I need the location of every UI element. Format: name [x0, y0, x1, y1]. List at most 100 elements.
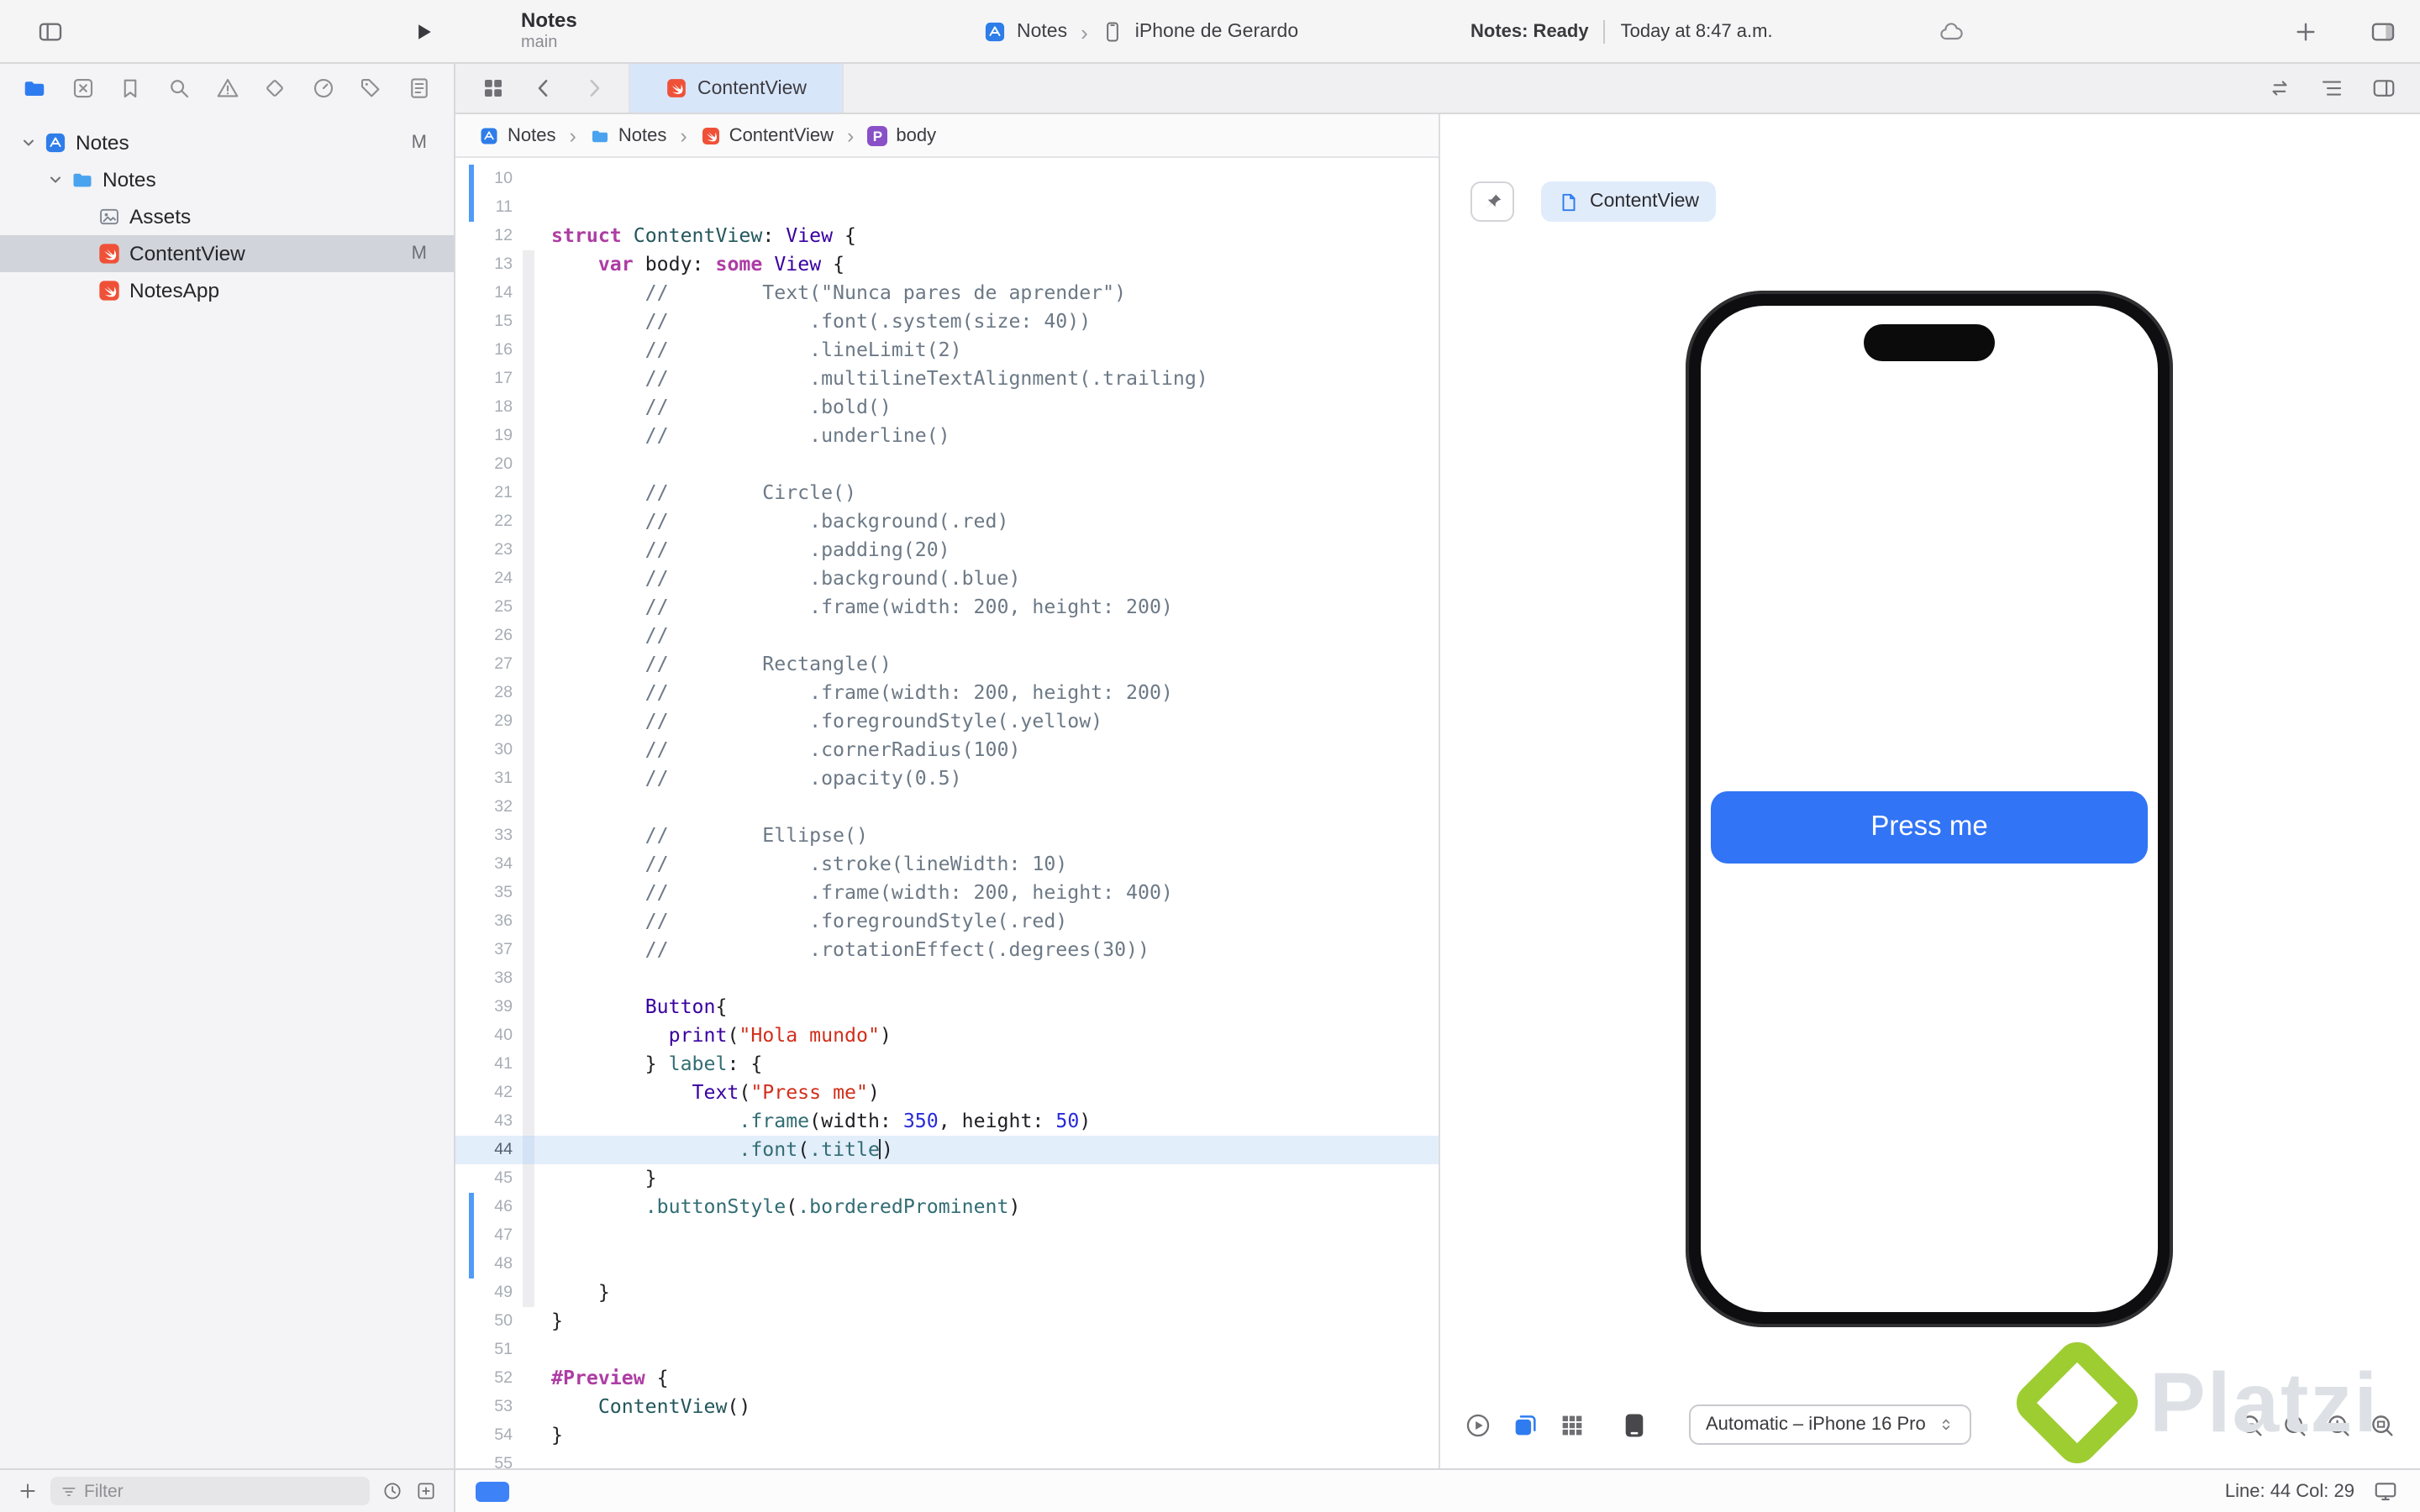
line-number[interactable]: 38: [474, 964, 518, 993]
preview-tab[interactable]: ContentView: [1541, 181, 1716, 222]
code-text[interactable]: var body: some View {: [534, 250, 844, 279]
fold-ribbon[interactable]: [523, 707, 534, 736]
code-text[interactable]: .buttonStyle(.borderedProminent): [534, 1193, 1020, 1221]
fold-ribbon[interactable]: [523, 679, 534, 707]
line-number[interactable]: 23: [474, 536, 518, 564]
code-text[interactable]: // .lineLimit(2): [534, 336, 962, 365]
code-text[interactable]: // .opacity(0.5): [534, 764, 962, 793]
sidebar-item-notes-group[interactable]: Notes: [0, 161, 454, 198]
code-text[interactable]: // .foregroundStyle(.yellow): [534, 707, 1102, 736]
fold-ribbon[interactable]: [523, 1278, 534, 1307]
code-review-icon[interactable]: [2267, 76, 2292, 101]
fold-ribbon[interactable]: [523, 1107, 534, 1136]
fold-ribbon[interactable]: [523, 422, 534, 450]
fold-ribbon[interactable]: [523, 907, 534, 936]
fold-ribbon[interactable]: [523, 1164, 534, 1193]
line-number[interactable]: 52: [474, 1364, 518, 1393]
scheme-selector[interactable]: Notes › iPhone de Gerardo: [983, 0, 1298, 64]
library-button[interactable]: [2282, 12, 2329, 52]
fold-ribbon[interactable]: [523, 650, 534, 679]
code-text[interactable]: struct ContentView: View {: [534, 222, 856, 250]
code-line-30[interactable]: 30 // .cornerRadius(100): [455, 736, 1439, 764]
code-text[interactable]: // .multilineTextAlignment(.trailing): [534, 365, 1208, 393]
fold-ribbon[interactable]: [523, 1450, 534, 1468]
code-text[interactable]: // .stroke(lineWidth: 10): [534, 850, 1067, 879]
code-text[interactable]: //: [534, 622, 669, 650]
code-line-21[interactable]: 21 // Circle(): [455, 479, 1439, 507]
line-number[interactable]: 18: [474, 393, 518, 422]
variants-button[interactable]: [1511, 1410, 1539, 1439]
code-line-24[interactable]: 24 // .background(.blue): [455, 564, 1439, 593]
line-number[interactable]: 28: [474, 679, 518, 707]
bookmarks-navigator-icon[interactable]: [118, 75, 144, 100]
line-number[interactable]: 45: [474, 1164, 518, 1193]
code-line-51[interactable]: 51: [455, 1336, 1439, 1364]
breakpoints-navigator-icon[interactable]: [359, 75, 384, 100]
breadcrumb-group[interactable]: Notes: [618, 125, 667, 145]
code-text[interactable]: // Circle(): [534, 479, 856, 507]
device-appearance-button[interactable]: [1618, 1409, 1650, 1441]
code-line-34[interactable]: 34 // .stroke(lineWidth: 10): [455, 850, 1439, 879]
code-text[interactable]: // .padding(20): [534, 536, 950, 564]
code-line-42[interactable]: 42 Text("Press me"): [455, 1079, 1439, 1107]
code-line-20[interactable]: 20: [455, 450, 1439, 479]
fold-ribbon[interactable]: [523, 1336, 534, 1364]
live-preview-button[interactable]: [1464, 1410, 1492, 1439]
line-number[interactable]: 12: [474, 222, 518, 250]
code-line-31[interactable]: 31 // .opacity(0.5): [455, 764, 1439, 793]
issues-navigator-icon[interactable]: [214, 75, 239, 100]
line-number[interactable]: 20: [474, 450, 518, 479]
scheme-destination-label[interactable]: iPhone de Gerardo: [1135, 22, 1298, 42]
related-items-icon[interactable]: [481, 76, 506, 101]
line-number[interactable]: 37: [474, 936, 518, 964]
line-number[interactable]: 34: [474, 850, 518, 879]
find-navigator-icon[interactable]: [166, 75, 192, 100]
code-line-23[interactable]: 23 // .padding(20): [455, 536, 1439, 564]
code-text[interactable]: }: [534, 1307, 563, 1336]
line-number[interactable]: 54: [474, 1421, 518, 1450]
line-number[interactable]: 19: [474, 422, 518, 450]
line-number[interactable]: 31: [474, 764, 518, 793]
code-text[interactable]: [534, 1250, 551, 1278]
code-line-16[interactable]: 16 // .lineLimit(2): [455, 336, 1439, 365]
sidebar-item-contentview[interactable]: ContentView M: [0, 235, 454, 272]
line-number[interactable]: 35: [474, 879, 518, 907]
code-line-26[interactable]: 26 //: [455, 622, 1439, 650]
code-text[interactable]: // .underline(): [534, 422, 950, 450]
code-text[interactable]: .font(.title): [534, 1136, 893, 1164]
fold-ribbon[interactable]: [523, 1193, 534, 1221]
fold-ribbon[interactable]: [523, 307, 534, 336]
line-number[interactable]: 41: [474, 1050, 518, 1079]
code-text[interactable]: .frame(width: 350, height: 50): [534, 1107, 1091, 1136]
line-number[interactable]: 53: [474, 1393, 518, 1421]
code-line-27[interactable]: 27 // Rectangle(): [455, 650, 1439, 679]
code-line-45[interactable]: 45 }: [455, 1164, 1439, 1193]
add-editor-icon[interactable]: [2371, 76, 2396, 101]
code-line-19[interactable]: 19 // .underline(): [455, 422, 1439, 450]
code-line-36[interactable]: 36 // .foregroundStyle(.red): [455, 907, 1439, 936]
code-text[interactable]: // Ellipse(): [534, 822, 868, 850]
code-text[interactable]: }: [534, 1421, 563, 1450]
code-line-37[interactable]: 37 // .rotationEffect(.degrees(30)): [455, 936, 1439, 964]
code-text[interactable]: #Preview {: [534, 1364, 669, 1393]
fold-ribbon[interactable]: [523, 1364, 534, 1393]
sidebar-item-notes-project[interactable]: Notes M: [0, 124, 454, 161]
line-number[interactable]: 42: [474, 1079, 518, 1107]
fold-ribbon[interactable]: [523, 1079, 534, 1107]
line-number[interactable]: 50: [474, 1307, 518, 1336]
code-line-35[interactable]: 35 // .frame(width: 200, height: 400): [455, 879, 1439, 907]
code-line-54[interactable]: 54}: [455, 1421, 1439, 1450]
code-line-12[interactable]: 12 struct ContentView: View {: [455, 222, 1439, 250]
tab-contentview[interactable]: ContentView: [629, 64, 844, 113]
fold-ribbon[interactable]: [523, 222, 534, 250]
line-number[interactable]: 11: [474, 193, 518, 222]
code-line-11[interactable]: 11: [455, 193, 1439, 222]
chevron-down-icon[interactable]: [20, 134, 37, 151]
code-text[interactable]: // .background(.blue): [534, 564, 1020, 593]
toggle-navigator-button[interactable]: [27, 12, 74, 52]
fold-ribbon[interactable]: [523, 1221, 534, 1250]
sidebar-item-notesapp[interactable]: NotesApp: [0, 272, 454, 309]
line-number[interactable]: 40: [474, 1021, 518, 1050]
line-number[interactable]: 14: [474, 279, 518, 307]
line-number[interactable]: 51: [474, 1336, 518, 1364]
